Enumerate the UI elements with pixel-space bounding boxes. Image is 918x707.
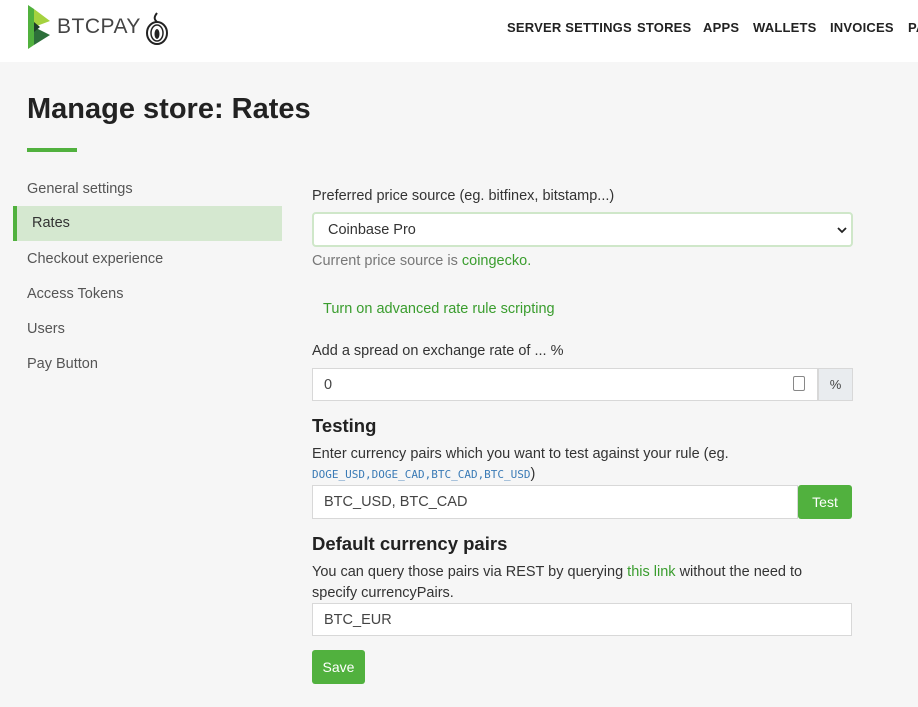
spread-label: Add a spread on exchange rate of ... % (312, 343, 564, 359)
brand-name[interactable]: BTCPAY (57, 15, 141, 39)
current-source-suffix: . (527, 253, 532, 269)
default-desc-line2: specify currencyPairs. (312, 585, 454, 601)
number-stepper-icon[interactable] (793, 376, 805, 391)
btcpay-logo-icon[interactable] (26, 5, 52, 49)
tor-onion-icon (146, 12, 168, 45)
current-price-source: Current price source is coingecko. (312, 253, 531, 269)
this-link[interactable]: this link (627, 564, 675, 580)
sidebar-item-access-tokens[interactable]: Access Tokens (27, 286, 123, 302)
sidebar-item-label: Rates (32, 215, 70, 231)
default-pairs-heading: Default currency pairs (312, 533, 508, 554)
sidebar-item-checkout-experience[interactable]: Checkout experience (27, 251, 163, 267)
title-underline (27, 148, 77, 152)
percent-addon: % (818, 368, 853, 401)
nav-apps[interactable]: APPS (703, 20, 739, 35)
price-source-select[interactable]: Coinbase Pro (312, 212, 853, 247)
test-button[interactable]: Test (798, 485, 852, 519)
top-navbar: BTCPAY SERVER SETTINGS STORES APPS WALLE… (0, 0, 918, 62)
default-pairs-input[interactable]: BTC_EUR (312, 603, 852, 636)
chevron-down-icon (837, 227, 847, 234)
save-button[interactable]: Save (312, 650, 365, 684)
example-close: ) (530, 466, 536, 482)
testing-description: Enter currency pairs which you want to t… (312, 446, 729, 462)
test-pairs-input[interactable]: BTC_USD, BTC_CAD (312, 485, 798, 519)
example-pairs-code: DOGE_USD,DOGE_CAD,BTC_CAD,BTC_USD (312, 468, 531, 481)
page-title: Manage store: Rates (27, 93, 311, 125)
price-source-value: Coinbase Pro (328, 222, 416, 238)
current-source-prefix: Current price source is (312, 253, 458, 269)
sidebar-item-general-settings[interactable]: General settings (27, 181, 133, 197)
sidebar-item-pay-button[interactable]: Pay Button (27, 356, 98, 372)
nav-payment-requests[interactable]: PA (908, 20, 918, 35)
advanced-rate-scripting-link[interactable]: Turn on advanced rate rule scripting (323, 301, 555, 317)
nav-stores[interactable]: STORES (637, 20, 691, 35)
default-pairs-value: BTC_EUR (324, 612, 392, 628)
sidebar-item-users[interactable]: Users (27, 321, 65, 337)
price-source-label: Preferred price source (eg. bitfinex, bi… (312, 188, 615, 204)
nav-invoices[interactable]: INVOICES (830, 20, 894, 35)
nav-server-settings[interactable]: SERVER SETTINGS (507, 20, 632, 35)
nav-wallets[interactable]: WALLETS (753, 20, 817, 35)
testing-example: DOGE_USD,DOGE_CAD,BTC_CAD,BTC_USD) (312, 466, 535, 482)
spread-value: 0 (324, 377, 333, 393)
spread-input[interactable]: 0 (312, 368, 818, 401)
current-source-link[interactable]: coingecko (462, 253, 527, 269)
sidebar-item-rates[interactable]: Rates (13, 206, 282, 241)
default-pairs-description: You can query those pairs via REST by qu… (312, 564, 802, 580)
default-desc-before: You can query those pairs via REST by qu… (312, 564, 624, 580)
default-desc-after: without the need to (679, 564, 803, 580)
test-pairs-value: BTC_USD, BTC_CAD (324, 494, 468, 510)
testing-heading: Testing (312, 415, 377, 436)
